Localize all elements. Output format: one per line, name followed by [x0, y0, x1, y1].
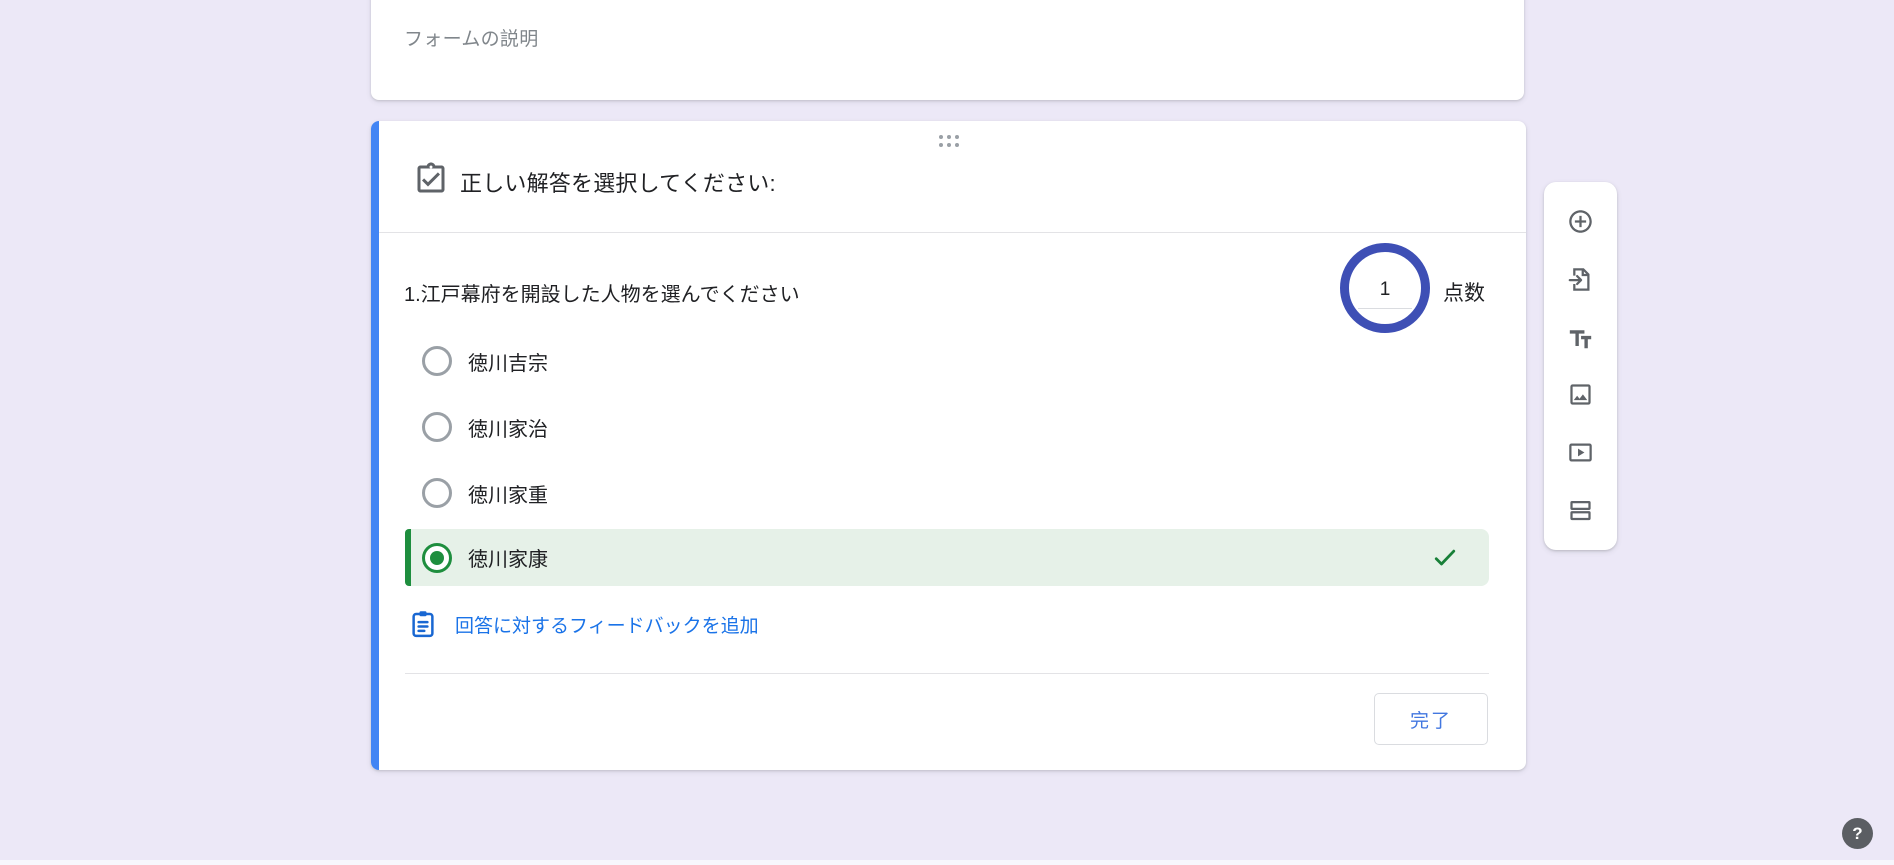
- done-button[interactable]: 完了: [1374, 693, 1488, 745]
- form-description-card: フォームの説明: [371, 0, 1524, 100]
- radio-selected-icon[interactable]: [422, 543, 452, 573]
- correct-answer-row[interactable]: 徳川家康: [405, 529, 1489, 586]
- add-image-button[interactable]: [1566, 381, 1596, 411]
- image-icon: [1567, 381, 1594, 411]
- add-section-button[interactable]: [1566, 497, 1596, 527]
- header-divider: [379, 232, 1526, 233]
- option-label: 徳川家治: [468, 413, 548, 442]
- add-question-button[interactable]: [1566, 208, 1596, 238]
- video-icon: [1567, 439, 1594, 469]
- points-circle: 1: [1340, 243, 1430, 333]
- add-circle-icon: [1567, 208, 1594, 238]
- import-questions-button[interactable]: [1566, 266, 1596, 296]
- option-row[interactable]: 徳川家治: [422, 407, 548, 447]
- text-fields-icon: [1567, 324, 1594, 354]
- radio-unselected-icon[interactable]: [422, 478, 452, 508]
- answer-key-clipboard-check-icon: [413, 161, 449, 197]
- floating-toolbar: [1544, 182, 1617, 550]
- help-label: ?: [1852, 824, 1862, 844]
- add-title-button[interactable]: [1566, 324, 1596, 354]
- import-questions-icon: [1567, 266, 1594, 296]
- answer-key-title: 正しい解答を選択してください:: [460, 166, 776, 198]
- question-text: 1.江戸幕府を開設した人物を選んでください: [404, 278, 800, 307]
- feedback-clipboard-icon: [408, 609, 438, 639]
- radio-unselected-icon[interactable]: [422, 346, 452, 376]
- window-bottom-edge: [0, 860, 1894, 865]
- option-row[interactable]: 徳川吉宗: [422, 341, 548, 381]
- add-feedback-label: 回答に対するフィードバックを追加: [455, 611, 759, 638]
- drag-handle[interactable]: [939, 135, 959, 147]
- help-button[interactable]: ?: [1842, 818, 1873, 849]
- option-label: 徳川吉宗: [468, 347, 548, 376]
- points-input[interactable]: 1: [1358, 279, 1412, 309]
- correct-check-icon: [1431, 543, 1459, 571]
- option-row[interactable]: 徳川家重: [422, 473, 548, 513]
- add-feedback-link[interactable]: 回答に対するフィードバックを追加: [408, 608, 759, 640]
- footer-divider: [405, 673, 1489, 674]
- form-description-input[interactable]: フォームの説明: [404, 24, 539, 51]
- option-label: 徳川家康: [468, 543, 548, 572]
- option-label: 徳川家重: [468, 479, 548, 508]
- add-video-button[interactable]: [1566, 439, 1596, 469]
- radio-unselected-icon[interactable]: [422, 412, 452, 442]
- section-icon: [1567, 497, 1594, 527]
- points-label: 点数: [1443, 277, 1485, 307]
- question-card: 正しい解答を選択してください: 1.江戸幕府を開設した人物を選んでください 1 …: [371, 121, 1526, 770]
- active-card-accent-bar: [371, 121, 379, 770]
